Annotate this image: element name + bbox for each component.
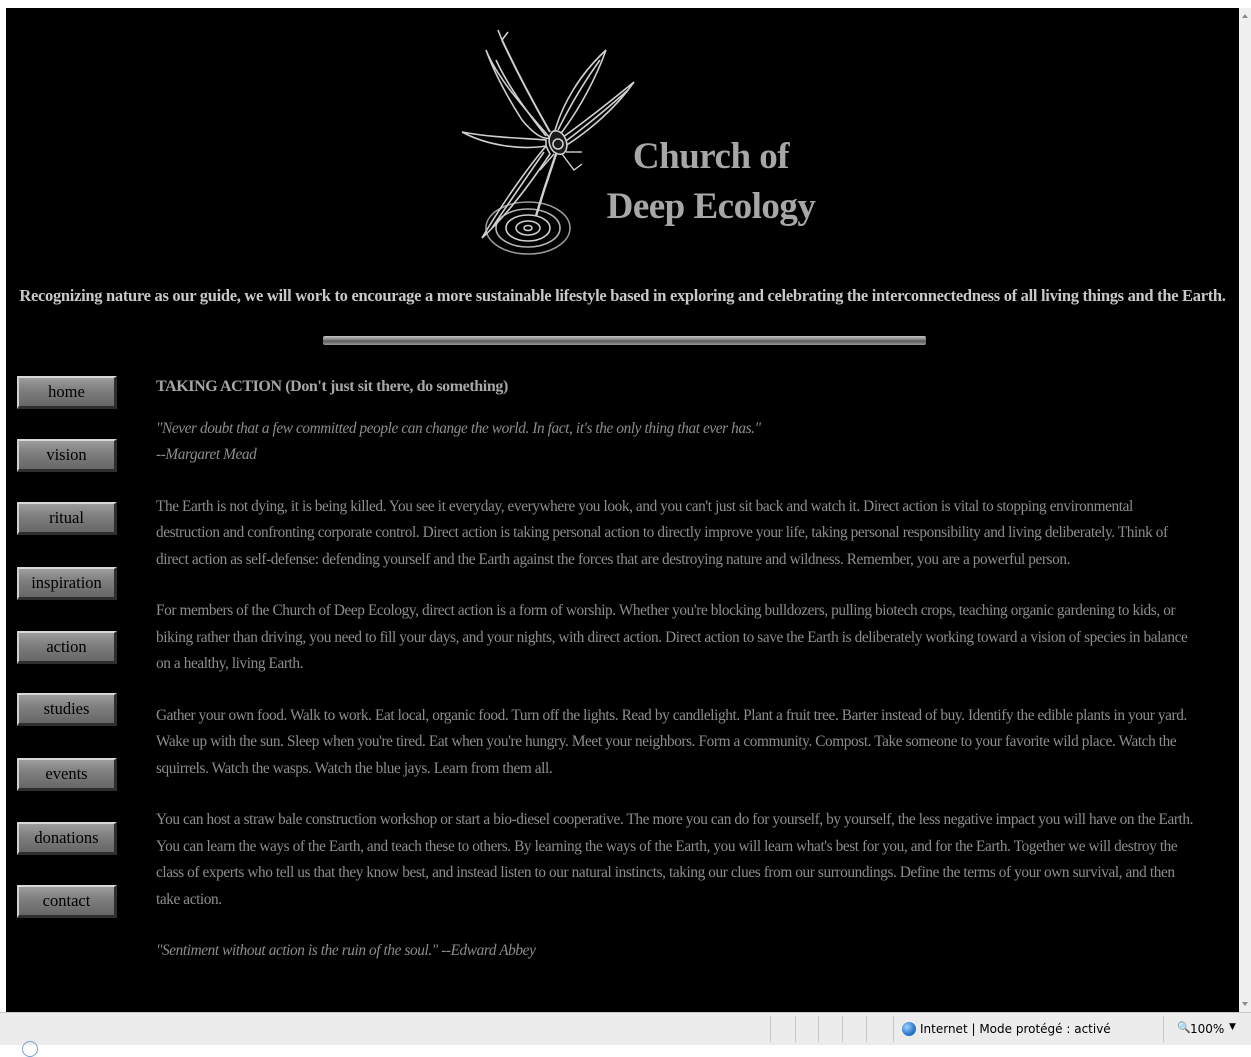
nav-button-action[interactable]: action	[17, 631, 117, 664]
quote-text: "Never doubt that a few committed people…	[156, 419, 761, 437]
nav-button-ritual[interactable]: ritual	[17, 502, 117, 535]
status-separator	[893, 1016, 894, 1042]
paragraph-1: The Earth is not dying, it is being kill…	[156, 497, 1168, 568]
nav-button-donations[interactable]: donations	[17, 822, 117, 855]
browser-viewport: Church of Deep Ecology Recognizing natur…	[6, 8, 1239, 1012]
status-separator	[842, 1016, 843, 1042]
vertical-scrollbar[interactable]	[1239, 8, 1251, 1012]
nav-button-vision[interactable]: vision	[17, 439, 117, 472]
scroll-up-icon[interactable]	[1242, 14, 1248, 18]
chevron-down-icon[interactable]: ▼	[1229, 1022, 1236, 1032]
header-divider	[323, 336, 926, 345]
main-content: TAKING ACTION (Don't just sit there, do …	[156, 374, 1196, 965]
status-circle-icon	[22, 1041, 38, 1057]
opening-quote: "Never doubt that a few committed people…	[156, 416, 1196, 469]
nav-button-home[interactable]: home	[17, 376, 117, 409]
nav-button-contact[interactable]: contact	[17, 885, 117, 918]
status-separator	[818, 1016, 819, 1042]
scroll-down-icon[interactable]	[1242, 1002, 1248, 1006]
quote-author: --Margaret Mead	[156, 446, 257, 463]
status-separator	[1163, 1016, 1164, 1042]
site-title-line2: Deep Ecology	[606, 186, 816, 227]
security-zone-label[interactable]: Internet | Mode protégé : activé	[920, 1022, 1111, 1036]
paragraph-3: Gather your own food. Walk to work. Eat …	[156, 706, 1187, 777]
status-separator	[866, 1016, 867, 1042]
nav-button-studies[interactable]: studies	[17, 693, 117, 726]
status-separator	[795, 1016, 796, 1042]
page-heading: TAKING ACTION (Don't just sit there, do …	[156, 378, 508, 395]
nav-button-inspiration[interactable]: inspiration	[17, 567, 117, 600]
paragraph-4: You can host a straw bale construction w…	[156, 811, 1194, 908]
status-bar: Internet | Mode protégé : activé 🔍 100% …	[0, 1012, 1251, 1057]
magnifier-icon[interactable]: 🔍	[1177, 1021, 1191, 1034]
site-title-line1: Church of	[632, 136, 790, 177]
status-separator	[770, 1016, 771, 1042]
zoom-level[interactable]: 100%	[1190, 1022, 1224, 1036]
closing-quote: "Sentiment without action is the ruin of…	[156, 942, 536, 959]
site-tagline: Recognizing nature as our guide, we will…	[19, 286, 1226, 305]
nav-button-events[interactable]: events	[17, 758, 117, 791]
site-title: Church of Deep Ecology	[606, 132, 816, 232]
paragraph-2: For members of the Church of Deep Ecolog…	[156, 602, 1188, 672]
globe-icon	[902, 1022, 916, 1036]
